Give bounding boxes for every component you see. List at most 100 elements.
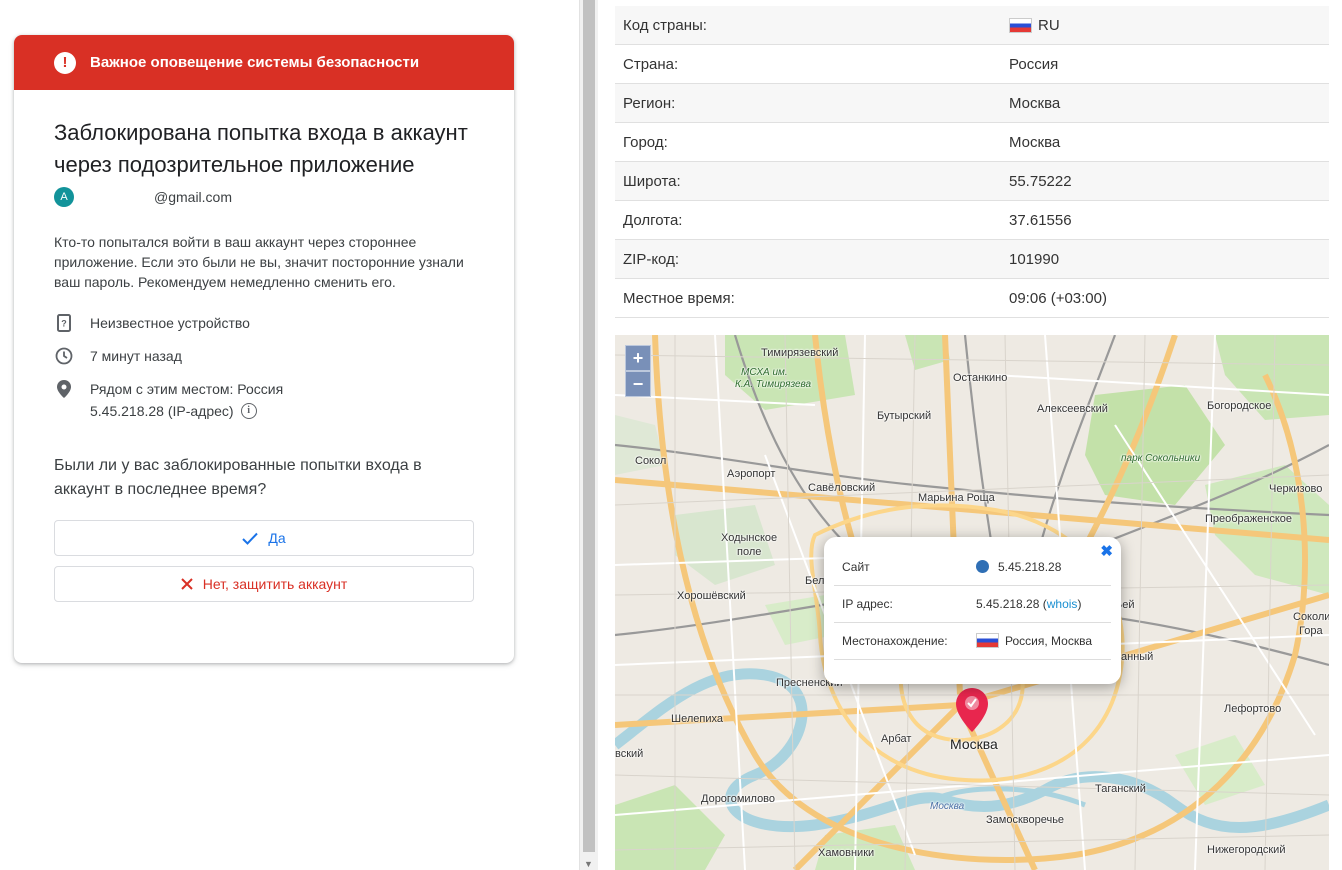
geo-value-cell: 55.75222 xyxy=(1009,161,1329,201)
geo-row: Регион: Москва xyxy=(615,83,1329,123)
map-label: Соколи xyxy=(1293,611,1329,623)
location-block: Рядом с этим местом: Россия 5.45.218.28 … xyxy=(90,378,283,422)
geo-value: Россия xyxy=(1009,55,1059,73)
map-label: парк Сокольники xyxy=(1121,453,1201,464)
popup-location-label: Местонахождение: xyxy=(842,633,948,648)
yes-button-label: Да xyxy=(268,530,286,546)
geo-value: 55.75222 xyxy=(1009,172,1072,190)
map-label: поле xyxy=(737,546,762,558)
geo-value-cell: Россия xyxy=(1009,44,1329,84)
popup-site-value: 5.45.218.28 xyxy=(998,559,1062,574)
zoom-controls: + − xyxy=(625,345,651,397)
popup-ip-value: 5.45.218.28 xyxy=(976,596,1040,611)
popup-ip-value-wrap: 5.45.218.28 (whois) xyxy=(976,596,1082,611)
geo-value-cell: Москва xyxy=(1009,122,1329,162)
map-label: Нижегородский xyxy=(1207,844,1286,856)
map-label: Хорошёвский xyxy=(677,590,746,602)
protect-account-button[interactable]: Нет, защитить аккаунт xyxy=(54,566,474,602)
map-label: Останкино xyxy=(953,372,1008,384)
geo-row: Город: Москва xyxy=(615,122,1329,162)
map-label: Замоскворечье xyxy=(986,814,1065,826)
yes-button[interactable]: Да xyxy=(54,520,474,556)
geo-label: Местное время: xyxy=(615,278,1009,318)
map-label: Сокол xyxy=(635,455,667,467)
zoom-in-button[interactable]: + xyxy=(625,345,651,371)
popup-site-label: Сайт xyxy=(842,559,870,574)
info-list: ? Неизвестное устройство 7 минут назад Р xyxy=(54,312,474,422)
account-row: A @gmail.com xyxy=(54,187,474,207)
map-label: Марьина Роща xyxy=(918,492,995,504)
popup-site-row: Сайт 5.45.218.28 xyxy=(834,548,1111,586)
geo-row: Широта: 55.75222 xyxy=(615,161,1329,201)
globe-icon xyxy=(976,560,989,573)
ip-info-popup: ✖ Сайт 5.45.218.28 IP адрес: 5.45.218.28… xyxy=(824,537,1121,684)
geo-label: Долгота: xyxy=(615,200,1009,240)
time-item: 7 минут назад xyxy=(54,345,474,367)
map-label: Лефортово xyxy=(1224,703,1282,715)
clock-icon xyxy=(54,345,74,367)
map-label: Тимирязевский xyxy=(761,347,839,359)
check-icon xyxy=(242,532,259,545)
map-label: Москва xyxy=(930,801,965,812)
alert-icon: ! xyxy=(54,51,76,74)
scroll-down-arrow-icon[interactable]: ▼ xyxy=(584,859,593,869)
location-pin-icon xyxy=(54,378,74,400)
map[interactable]: Тимирязевский МСХА им. К.А. Тимирязева О… xyxy=(615,335,1329,870)
map-label: Арбат xyxy=(881,733,912,745)
map-label: Бутырский xyxy=(877,410,932,422)
geo-value: Москва xyxy=(1009,133,1061,151)
map-label: Хамовники xyxy=(818,847,875,859)
map-label: Ходынское xyxy=(721,532,778,544)
russia-flag-icon xyxy=(976,633,999,648)
close-icon xyxy=(181,578,193,590)
map-label: Богородское xyxy=(1207,400,1272,412)
geo-row: Код страны: RU xyxy=(615,6,1329,45)
ip-text: 5.45.218.28 (IP-адрес) xyxy=(90,403,234,419)
device-text: Неизвестное устройство xyxy=(90,315,250,331)
popup-location-value: Россия, Москва xyxy=(1005,633,1092,648)
popup-location-row: Местонахождение: Россия, Москва xyxy=(834,622,1111,660)
geo-value-cell: RU xyxy=(1009,6,1329,45)
map-label: Преображенское xyxy=(1205,513,1293,525)
geo-label: Код страны: xyxy=(615,6,1009,45)
geo-label: Страна: xyxy=(615,44,1009,84)
security-alert-card: ! Важное оповещение системы безопасности… xyxy=(14,35,514,663)
whois-link[interactable]: whois xyxy=(1047,597,1078,611)
geo-value: 37.61556 xyxy=(1009,211,1072,229)
geo-value: 101990 xyxy=(1009,250,1060,268)
geo-value-cell: Москва xyxy=(1009,83,1329,123)
location-text: Рядом с этим местом: Россия xyxy=(90,381,284,397)
map-label: Черкизово xyxy=(1269,483,1323,495)
device-item: ? Неизвестное устройство xyxy=(54,312,474,334)
popup-location-value-wrap: Россия, Москва xyxy=(976,633,1092,648)
geo-row: ZIP-код: 101990 xyxy=(615,239,1329,279)
map-label: К.А. Тимирязева xyxy=(735,379,812,390)
geo-value-cell: 101990 xyxy=(1009,239,1329,279)
map-label: Шелепиха xyxy=(671,713,723,725)
geo-value: RU xyxy=(1038,16,1060,34)
question-text: Были ли у вас заблокированные попытки вх… xyxy=(54,457,422,498)
geo-label: Город: xyxy=(615,122,1009,162)
scrollbar-thumb[interactable] xyxy=(583,0,595,852)
geo-row: Местное время: 09:06 (+03:00) xyxy=(615,278,1329,318)
info-icon[interactable]: i xyxy=(240,403,257,419)
geo-label: Регион: xyxy=(615,83,1009,123)
geo-row: Страна: Россия xyxy=(615,44,1329,84)
map-label: Бел xyxy=(805,575,825,587)
protect-button-label: Нет, защитить аккаунт xyxy=(202,576,348,592)
zoom-out-button[interactable]: − xyxy=(625,371,651,397)
geo-value-cell: 09:06 (+03:00) xyxy=(1009,278,1329,318)
alert-title: Заблокирована попытка входа в аккаунт че… xyxy=(54,120,468,177)
map-label: Аэропорт xyxy=(727,468,776,480)
geo-info-table: Код страны: RU Страна: Россия Регион: Москва Г… xyxy=(615,6,1329,318)
map-label: Дорогомилово xyxy=(701,793,776,805)
scrollbar[interactable]: ▼ xyxy=(579,0,598,870)
popup-ip-row: IP адрес: 5.45.218.28 (whois) xyxy=(834,585,1111,623)
ip-line: 5.45.218.28 (IP-адрес) i xyxy=(90,400,283,422)
geo-value: Москва xyxy=(1009,94,1061,112)
map-marker-icon[interactable] xyxy=(956,688,988,732)
geo-label: ZIP-код: xyxy=(615,239,1009,279)
svg-text:?: ? xyxy=(61,319,67,329)
map-label: Гора xyxy=(1299,625,1323,637)
account-email: @gmail.com xyxy=(154,189,233,205)
